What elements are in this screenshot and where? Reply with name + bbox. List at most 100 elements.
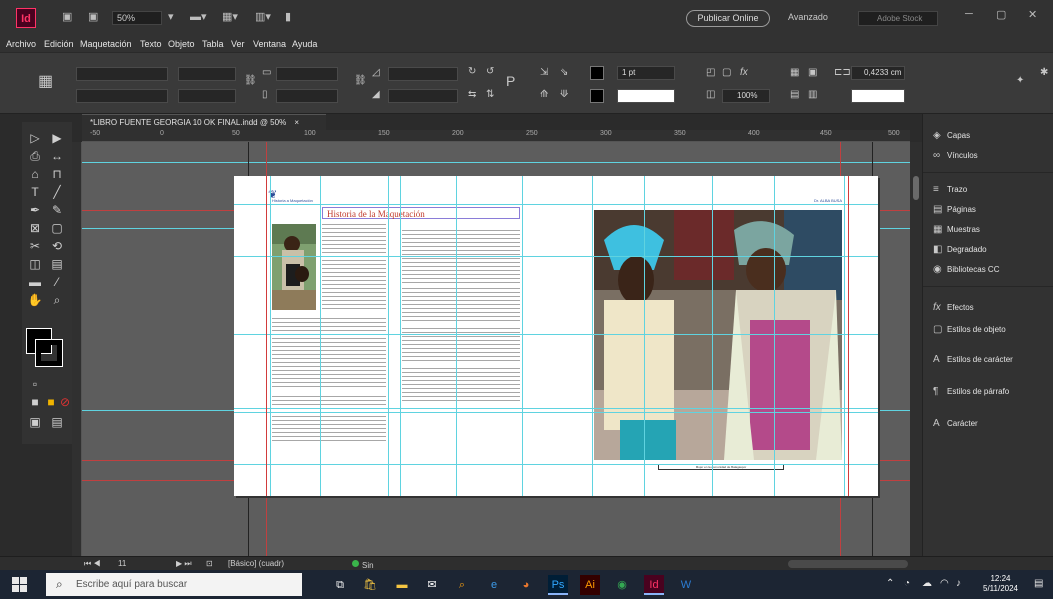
baseline-guide[interactable] bbox=[234, 256, 878, 257]
chrome-icon[interactable]: ◉ bbox=[612, 575, 632, 595]
stroke-color-swatch[interactable] bbox=[590, 89, 604, 103]
gradient-feather-tool-icon[interactable]: ▤ bbox=[48, 256, 66, 272]
baseline-guide[interactable] bbox=[234, 412, 878, 413]
menu-tabla[interactable]: Tabla bbox=[202, 39, 224, 49]
text-column[interactable] bbox=[402, 288, 520, 322]
first-page-icon[interactable]: ⏮ ◀ bbox=[84, 559, 101, 569]
panel-options-icon[interactable]: ✦ bbox=[1016, 75, 1024, 86]
column-guide[interactable] bbox=[522, 176, 523, 496]
preflight-status[interactable]: Sin errores bbox=[352, 559, 387, 579]
settings-icon[interactable]: ✱ bbox=[1040, 67, 1048, 78]
shear-icon[interactable]: ◢ bbox=[372, 89, 380, 100]
menu-archivo[interactable]: Archivo bbox=[6, 39, 36, 49]
column-guide[interactable] bbox=[712, 176, 713, 496]
zoom-dropdown-icon[interactable]: ▾ bbox=[168, 10, 174, 26]
opacity-icon[interactable]: ◫ bbox=[706, 89, 715, 100]
file-explorer-icon[interactable]: ▬ bbox=[392, 575, 412, 595]
panel-capas[interactable]: ◈ Capas bbox=[933, 128, 970, 144]
dimension-field[interactable]: 0,4233 cm bbox=[851, 66, 905, 80]
text-column[interactable] bbox=[272, 396, 386, 444]
rectangle-frame-tool-icon[interactable]: ⊠ bbox=[26, 220, 44, 236]
vertical-scroll-thumb[interactable] bbox=[913, 176, 919, 200]
column-guide[interactable] bbox=[320, 176, 321, 496]
menu-texto[interactable]: Texto bbox=[140, 39, 162, 49]
free-transform-tool-icon[interactable]: ⟲ bbox=[48, 238, 66, 254]
minibridge-icon[interactable]: ▣ bbox=[88, 10, 98, 26]
system-clock[interactable]: 12:24 5/11/2024 bbox=[983, 574, 1018, 594]
main-photo[interactable] bbox=[594, 210, 842, 460]
baseline-guide[interactable] bbox=[234, 464, 878, 465]
gap-tool-icon[interactable]: ↔ bbox=[48, 148, 66, 164]
direct-selection-tool-icon[interactable]: ▶ bbox=[48, 130, 66, 146]
word-icon[interactable]: W bbox=[676, 575, 696, 595]
type-tool-icon[interactable]: T bbox=[26, 184, 44, 200]
page-number-field[interactable]: 11 bbox=[118, 559, 126, 568]
rotate-ccw-icon[interactable]: ↺ bbox=[486, 66, 494, 77]
wifi-icon[interactable]: ◠ bbox=[940, 578, 949, 589]
panel-trazo[interactable]: ≡ Trazo bbox=[933, 182, 967, 198]
bridge-icon[interactable]: ▣ bbox=[62, 10, 72, 26]
stroke-type-dropdown[interactable] bbox=[617, 89, 675, 103]
cloud-icon[interactable]: ☁ bbox=[922, 578, 932, 589]
column-guide[interactable] bbox=[388, 176, 389, 496]
pencil-tool-icon[interactable]: ✎ bbox=[48, 202, 66, 218]
gradient-swatch-tool-icon[interactable]: ◫ bbox=[26, 256, 44, 272]
chapter-title[interactable]: Historia de la Maquetación bbox=[322, 207, 520, 219]
master-page-selector[interactable]: [Básico] (cuadr) bbox=[228, 559, 284, 568]
scale-x-field[interactable] bbox=[276, 67, 338, 81]
store-icon[interactable]: 🛍 bbox=[360, 575, 380, 595]
swap-colors-icon[interactable]: ▫ bbox=[26, 376, 44, 392]
edge-icon[interactable]: e bbox=[484, 575, 504, 595]
zoom-level[interactable]: 50% bbox=[112, 11, 162, 25]
selection-tool-icon[interactable]: ▷ bbox=[26, 130, 44, 146]
volume-icon[interactable]: ♪ bbox=[956, 578, 961, 589]
fill-color-swatch[interactable] bbox=[590, 66, 604, 80]
mail-icon[interactable]: ✉ bbox=[422, 575, 442, 595]
frame-icon[interactable]: ▢ bbox=[722, 67, 731, 78]
select-next-icon[interactable]: ⟱ bbox=[560, 89, 568, 100]
corner-options-icon[interactable]: ◰ bbox=[706, 67, 715, 78]
scale-y-icon[interactable]: ▯ bbox=[262, 89, 268, 100]
firefox-icon[interactable]: ◕ bbox=[516, 575, 536, 595]
menu-maquetacion[interactable]: Maquetación bbox=[80, 39, 132, 49]
text-wrap-icon[interactable]: ▦ bbox=[790, 67, 799, 78]
search-app-icon[interactable]: ⌕ bbox=[452, 575, 472, 595]
panel-caracter[interactable]: A Carácter bbox=[933, 416, 978, 432]
illustrator-icon[interactable]: Ai bbox=[580, 575, 600, 595]
horizontal-scrollbar[interactable] bbox=[788, 560, 908, 568]
normal-mode-icon[interactable]: ▣ bbox=[26, 414, 44, 430]
rotate-icon[interactable]: ◿ bbox=[372, 67, 380, 78]
zoom-tool-icon[interactable]: ⌕ bbox=[48, 292, 66, 308]
indesign-taskbar-icon[interactable]: Id bbox=[644, 575, 664, 595]
column-guide[interactable] bbox=[456, 176, 457, 496]
column-guide[interactable] bbox=[400, 176, 401, 496]
column-guide[interactable] bbox=[592, 176, 593, 496]
open-page-icon[interactable]: ⊡ bbox=[206, 559, 213, 568]
windows-start-icon[interactable] bbox=[12, 577, 28, 593]
eyedropper-tool-icon[interactable]: ⁄ bbox=[48, 274, 66, 290]
small-photo[interactable] bbox=[272, 224, 316, 310]
panel-estilos-caracter[interactable]: A Estilos de carácter bbox=[933, 352, 1013, 368]
pasteboard[interactable]: ❦ Historia a Maquetación Dr. ALBA BUSA H… bbox=[82, 142, 910, 556]
view-options-icon[interactable]: ▬▾ bbox=[190, 10, 207, 26]
constrain-proportions-icon[interactable]: ⛓ bbox=[244, 75, 257, 86]
guide-line[interactable] bbox=[82, 162, 910, 163]
x-position-field[interactable] bbox=[76, 67, 168, 81]
width-field[interactable] bbox=[178, 67, 236, 81]
document-tab[interactable]: *LIBRO FUENTE GEORGIA 10 OK FINAL.indd @… bbox=[82, 114, 326, 130]
menu-ventana[interactable]: Ventana bbox=[253, 39, 286, 49]
taskbar-search[interactable]: ⌕ Escribe aquí para buscar bbox=[46, 573, 302, 596]
constrain-scale-icon[interactable]: ⛓ bbox=[354, 75, 367, 86]
opacity-field[interactable]: 100% bbox=[722, 89, 770, 103]
publish-online-button[interactable]: Publicar Online bbox=[686, 10, 770, 27]
arrange-documents-icon[interactable]: ▥▾ bbox=[255, 10, 271, 26]
text-column[interactable] bbox=[402, 368, 520, 402]
scale-y-field[interactable] bbox=[276, 89, 338, 103]
select-container-icon[interactable]: ⇲ bbox=[540, 67, 548, 78]
column-guide[interactable] bbox=[844, 176, 845, 496]
tray-chevron-icon[interactable]: ⌃ bbox=[886, 578, 894, 589]
pen-tool-icon[interactable]: ✒ bbox=[26, 202, 44, 218]
text-column[interactable] bbox=[322, 224, 386, 310]
rotate-cw-icon[interactable]: ↻ bbox=[468, 66, 476, 77]
vertical-ruler[interactable] bbox=[72, 142, 82, 556]
